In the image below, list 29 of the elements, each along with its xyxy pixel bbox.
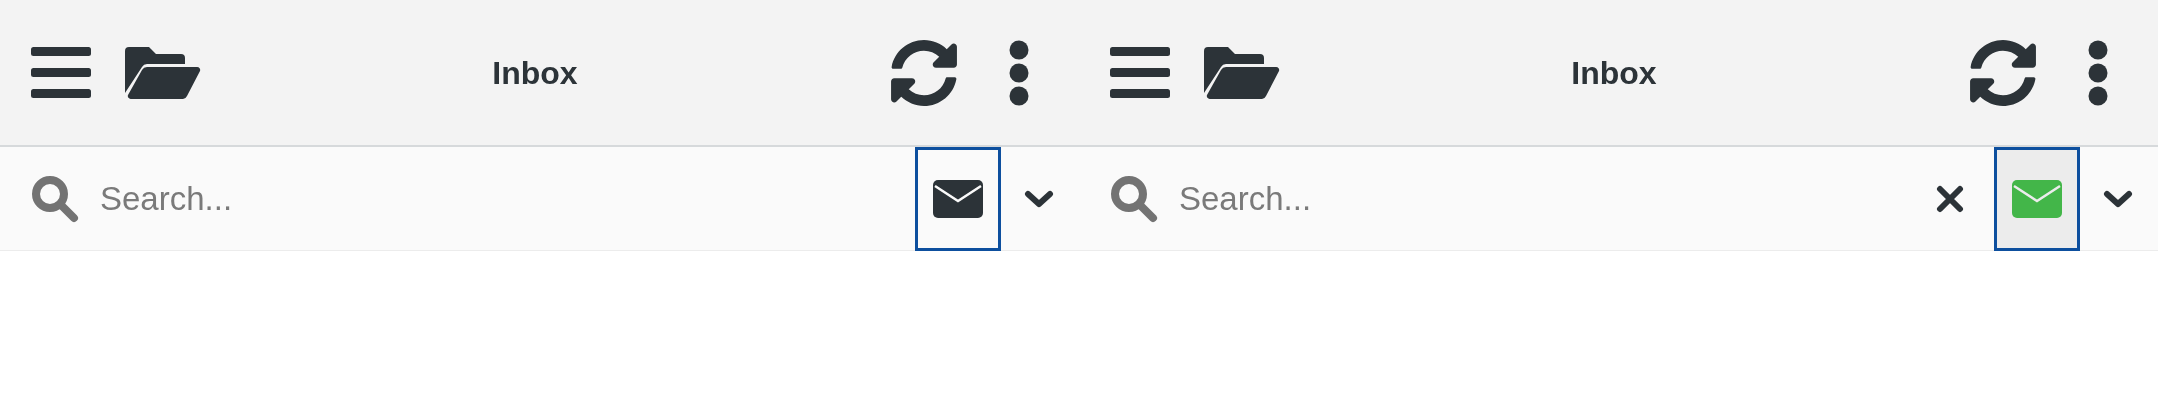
chevron-down-icon [1024, 189, 1054, 208]
folder-button[interactable] [125, 46, 201, 99]
refresh-button[interactable] [889, 37, 959, 108]
more-options-icon [2088, 39, 2108, 106]
search-field[interactable]: Search... [0, 147, 1079, 251]
envelope-icon [2012, 179, 2062, 218]
menu-button[interactable] [1110, 46, 1170, 99]
refresh-icon [1969, 37, 2037, 108]
menu-icon [31, 46, 91, 99]
close-icon [1936, 184, 1964, 213]
refresh-icon [890, 37, 958, 108]
folder-title: Inbox [492, 53, 578, 93]
menu-button[interactable] [31, 46, 91, 99]
folder-icon [125, 46, 201, 99]
search-icon [30, 173, 80, 224]
chevron-down-icon [2103, 189, 2133, 208]
folder-button[interactable] [1204, 46, 1280, 99]
folder-icon [1204, 46, 1280, 99]
search-input[interactable]: Search... [1179, 173, 1930, 224]
folder-title: Inbox [1571, 53, 1657, 93]
search-field[interactable]: Search... [1079, 147, 2158, 251]
refresh-button[interactable] [1968, 37, 2038, 108]
unread-filter-button[interactable] [915, 146, 1001, 251]
unread-filter-button[interactable] [1994, 146, 2080, 251]
menu-icon [1110, 46, 1170, 99]
search-icon [1109, 173, 1159, 224]
search-input[interactable]: Search... [100, 173, 915, 224]
more-options-icon [1009, 39, 1029, 106]
envelope-icon [933, 179, 983, 218]
